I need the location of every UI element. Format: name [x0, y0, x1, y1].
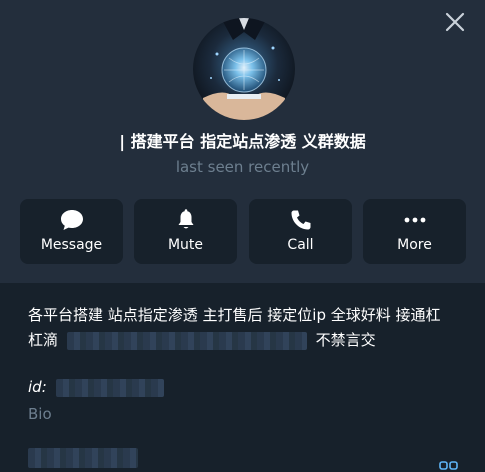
more-label: More	[397, 237, 432, 253]
phone-icon	[291, 210, 310, 230]
about-line-2-suffix: 不禁言交	[315, 331, 376, 349]
about-line-2-prefix: 杠滴	[28, 331, 59, 349]
action-buttons: Message Mute Call More	[20, 199, 466, 264]
message-label: Message	[40, 237, 103, 253]
more-icon	[404, 217, 425, 223]
close-icon	[445, 12, 465, 32]
mute-button[interactable]: Mute	[134, 199, 237, 264]
profile-header: | 搭建平台 指定站点渗透 义群数据 last seen recently Me…	[0, 0, 485, 283]
call-label: Call	[287, 237, 314, 253]
id-label: id:	[28, 378, 47, 396]
link-icon	[439, 461, 458, 470]
copy-button[interactable]	[438, 458, 460, 472]
redacted-username[interactable]	[28, 448, 138, 468]
close-button[interactable]	[441, 8, 469, 36]
more-button[interactable]: More	[363, 199, 466, 264]
redacted-link[interactable]	[66, 331, 307, 350]
avatar[interactable]	[193, 18, 295, 120]
message-button[interactable]: Message	[20, 199, 123, 264]
about-line-2: 杠滴 不禁言交	[28, 328, 468, 353]
redacted-id	[55, 378, 164, 397]
message-icon	[60, 210, 83, 230]
profile-name: | 搭建平台 指定站点渗透 义群数据	[119, 132, 366, 151]
id-row[interactable]: id:	[28, 376, 164, 398]
last-seen-status: last seen recently	[175, 158, 310, 176]
bell-icon	[178, 209, 193, 229]
bio-label: Bio	[28, 405, 52, 423]
about-line-1: 各平台搭建 站点指定渗透 主打售后 接定位ip 全球好料 接通杠	[28, 306, 441, 324]
call-button[interactable]: Call	[249, 199, 352, 264]
about-text: 各平台搭建 站点指定渗透 主打售后 接定位ip 全球好料 接通杠 杠滴 不禁言交	[28, 303, 468, 353]
mute-label: Mute	[167, 237, 204, 253]
